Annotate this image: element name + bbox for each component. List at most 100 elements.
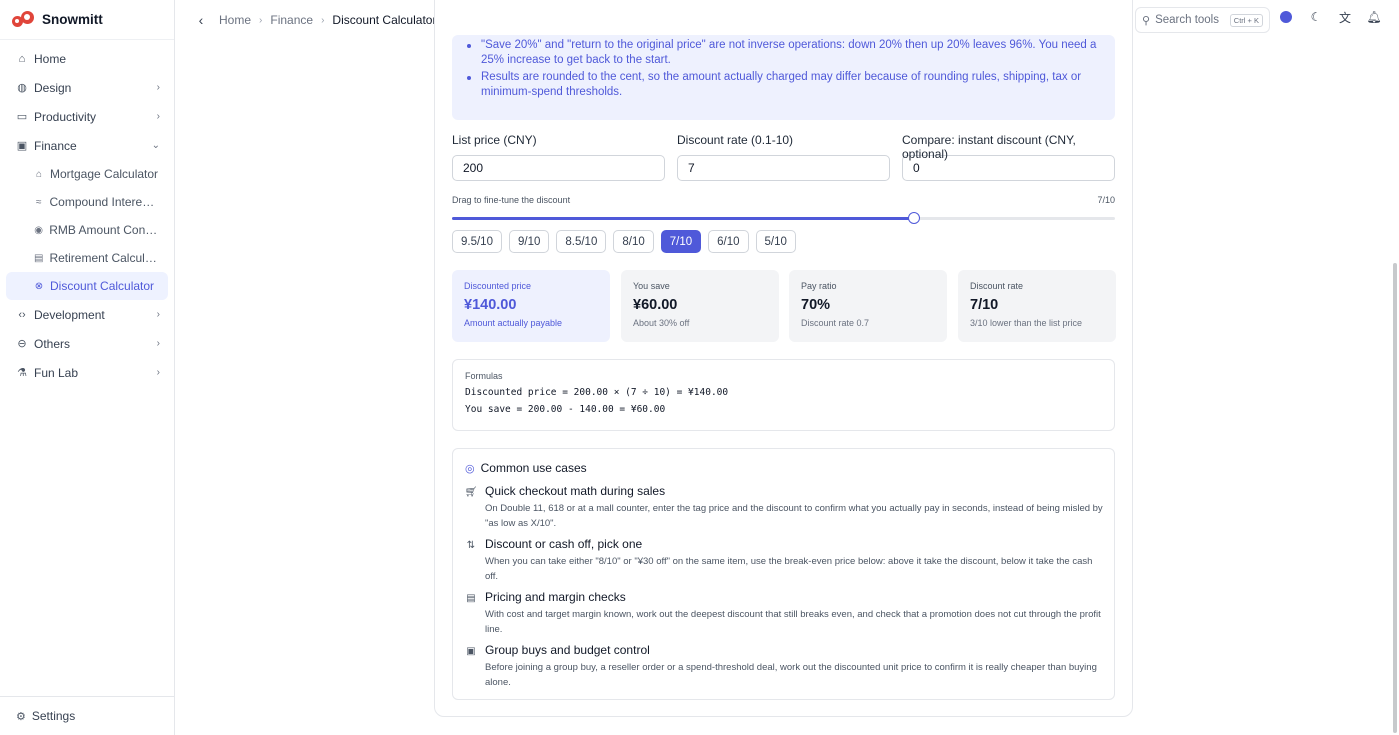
sidebar-item-fun-lab[interactable]: ⚗ Fun Lab › [6, 358, 168, 387]
list-price-label: List price (CNY) [452, 133, 537, 147]
sidebar-settings[interactable]: ⚙ Settings [0, 696, 174, 735]
sidebar-subitem-compound-interest[interactable]: ≈ Compound Interest ... [6, 188, 168, 216]
stat-you-save: You save ¥60.00 About 30% off [621, 270, 779, 342]
use-case-title: Discount or cash off, pick one [485, 537, 643, 551]
breadcrumb-current: Discount Calculator [332, 13, 437, 27]
formula-line: Discounted price = 200.00 × (7 ÷ 10) = ¥… [465, 387, 729, 398]
preset-chip[interactable]: 9/10 [508, 230, 550, 253]
formulas-title: Formulas [465, 371, 503, 381]
sidebar-nav: ⌂ Home ◍ Design › ▭ Productivity › ▣ Fin… [0, 40, 174, 391]
palette-icon: ◍ [17, 82, 27, 94]
discount-rate-input[interactable]: 7 [677, 155, 890, 181]
slider-fill [452, 217, 915, 220]
stat-discounted-price: Discounted price ¥140.00 Amount actually… [452, 270, 610, 342]
sidebar-item-development[interactable]: ‹› Development › [6, 300, 168, 329]
chevron-right-icon: › [156, 338, 160, 349]
stat-value: ¥140.00 [464, 297, 517, 313]
preset-chip[interactable]: 6/10 [708, 230, 749, 253]
notification-icon[interactable]: 🔔︎ [1366, 10, 1381, 24]
use-case-desc: When you can take either "8/10" or "¥30 … [485, 556, 1093, 582]
instant-discount-field: Compare: instant discount (CNY, optional… [902, 133, 1115, 181]
list-price-input[interactable]: 200 [452, 155, 665, 181]
snowmitt-logo-icon [12, 10, 36, 30]
discount-slider[interactable] [452, 212, 1115, 224]
formulas-box: Formulas Discounted price = 200.00 × (7 … [452, 359, 1115, 431]
sidebar-item-design[interactable]: ◍ Design › [6, 73, 168, 102]
use-case-item: 🛒︎ Quick checkout math during sales On D… [465, 484, 1105, 531]
instant-discount-label: Compare: instant discount (CNY, optional… [902, 133, 1076, 161]
stat-title: Discounted price [464, 281, 532, 291]
preset-chip[interactable]: 9.5/10 [452, 230, 502, 253]
stat-title: Pay ratio [801, 281, 837, 291]
stat-title: Discount rate [970, 281, 1024, 291]
preset-chip[interactable]: 5/10 [755, 230, 796, 253]
use-case-title: Quick checkout math during sales [485, 484, 666, 498]
search-tools-button[interactable]: ⚲ Search tools Ctrl + K [1135, 7, 1270, 33]
stat-sub: 3/10 lower than the list price [970, 318, 1083, 328]
chevron-right-icon: › [156, 111, 160, 122]
breadcrumb-finance[interactable]: Finance [270, 13, 313, 27]
sidebar-item-label: Finance [34, 138, 77, 153]
use-case-item: ▤ Pricing and margin checks With cost an… [465, 590, 1105, 637]
use-cases-header: ◎ Common use cases [465, 461, 587, 475]
sidebar-item-home[interactable]: ⌂ Home [6, 44, 168, 73]
scrollbar-thumb[interactable] [1393, 263, 1397, 733]
chevron-right-icon: › [156, 82, 160, 93]
note-item: Results are rounded to the cent, so the … [464, 70, 1103, 100]
stat-value: 7/10 [970, 297, 999, 313]
search-shortcut: Ctrl + K [1229, 13, 1263, 27]
sidebar-item-label: Productivity [34, 109, 97, 124]
slider-value: 7/10 [1097, 195, 1115, 205]
sidebar-subitem-discount-calculator[interactable]: ⊗ Discount Calculator [6, 272, 168, 300]
sidebar-item-productivity[interactable]: ▭ Productivity › [6, 102, 168, 131]
sidebar-item-label: Home [34, 51, 67, 66]
use-cases-title: Common use cases [480, 461, 587, 475]
use-case-desc: With cost and target margin known, work … [485, 609, 1101, 635]
slider-header: Drag to fine-tune the discount 7/10 [452, 195, 1115, 205]
chevron-right-icon: › [156, 367, 160, 378]
chevron-down-icon: ⌄ [151, 140, 160, 151]
sidebar-subitem-mortgage-calculator[interactable]: ⌂ Mortgage Calculator [6, 160, 168, 188]
stat-discount-rate: Discount rate 7/10 3/10 lower than the l… [958, 270, 1116, 342]
language-icon[interactable]: 文 [1338, 10, 1352, 25]
search-icon: ⚲ [1142, 14, 1151, 27]
calendar-icon: ▤ [33, 252, 44, 264]
page-scrollbar[interactable] [1393, 0, 1397, 735]
gear-icon: ⚙ [16, 710, 26, 723]
sidebar-subitem-label: Discount Calculator [50, 279, 155, 293]
stat-value: 70% [801, 297, 831, 313]
briefcase-icon: ▭ [16, 111, 28, 123]
chevron-right-icon: › [259, 14, 263, 26]
preset-chip[interactable]: 8.5/10 [556, 230, 607, 253]
sidebar-subitem-label: Compound Interest ... [49, 195, 160, 209]
use-cases-icon: ◎ [465, 462, 475, 475]
brand[interactable]: Snowmitt [0, 0, 174, 40]
preset-chip-active[interactable]: 7/10 [660, 230, 702, 253]
use-case-desc: On Double 11, 618 or at a mall counter, … [485, 503, 1103, 529]
sidebar-item-others[interactable]: ⊖ Others › [6, 329, 168, 358]
stat-value: ¥60.00 [633, 297, 678, 313]
use-case-title: Group buys and budget control [485, 643, 650, 657]
settings-label: Settings [31, 709, 76, 723]
chevron-right-icon: › [321, 14, 325, 26]
use-case-item: ▣ Group buys and budget control Before j… [465, 643, 1105, 690]
sidebar-item-finance[interactable]: ▣ Finance ⌄ [6, 131, 168, 160]
note-item: "Save 20%" and "return to the original p… [464, 38, 1103, 68]
sidebar-subitem-retirement-calculator[interactable]: ▤ Retirement Calculator [6, 244, 168, 272]
breadcrumb-home[interactable]: Home [219, 13, 251, 27]
slider-label: Drag to fine-tune the discount [452, 195, 571, 205]
preset-chip[interactable]: 8/10 [613, 230, 654, 253]
sidebar-item-label: Others [34, 336, 71, 351]
coin-icon: ◉ [34, 224, 43, 236]
sidebar-subitem-rmb-amount-converter[interactable]: ◉ RMB Amount Conve... [6, 216, 168, 244]
brand-name: Snowmitt [42, 12, 103, 27]
cart-icon: 🛒︎ [464, 486, 478, 498]
sidebar-item-label: Development [34, 307, 105, 322]
theme-color-button[interactable] [1280, 11, 1292, 23]
slider-handle[interactable] [908, 212, 921, 224]
list-price-field: List price (CNY) 200 [452, 133, 665, 181]
flask-icon: ⚗ [17, 367, 27, 379]
back-button[interactable]: ‹ [189, 8, 213, 32]
code-icon: ‹› [18, 308, 26, 321]
dark-mode-icon[interactable]: ☾ [1309, 10, 1323, 24]
